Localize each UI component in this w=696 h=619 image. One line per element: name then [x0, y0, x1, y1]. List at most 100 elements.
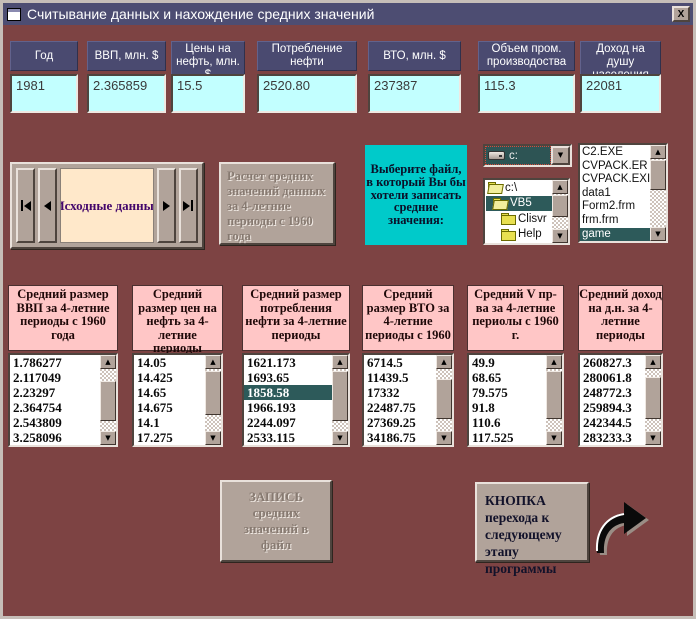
avg-listbox-scrollbar-thumb[interactable] — [436, 379, 452, 419]
calc-averages-button[interactable]: Расчет средних значений данных за 4-летн… — [219, 162, 335, 245]
list-item[interactable]: 14.425 — [134, 370, 205, 385]
avg-listbox[interactable]: 260827.3280061.8248772.3259894.3242344.5… — [578, 353, 663, 447]
avg-listbox-scrollbar-down-button[interactable]: ▼ — [546, 431, 562, 445]
file-item[interactable]: data1 — [580, 187, 650, 201]
avg-listbox-scrollbar-down-button[interactable]: ▼ — [645, 431, 661, 445]
list-item[interactable]: 17.275 — [134, 430, 205, 445]
field-value-input[interactable]: 15.5 — [171, 74, 245, 113]
avg-listbox-scrollbar[interactable]: ▲▼ — [436, 355, 452, 445]
list-item[interactable]: 22487.75 — [364, 400, 436, 415]
field-value-input[interactable]: 237387 — [368, 74, 461, 113]
file-list-scrollbar[interactable]: ▲▼ — [650, 145, 666, 241]
list-item[interactable]: 14.1 — [134, 415, 205, 430]
avg-listbox[interactable]: 1621.1731693.651858.581966.1932244.09725… — [242, 353, 350, 447]
avg-listbox-scrollbar-track[interactable] — [100, 369, 116, 431]
avg-listbox-scrollbar-down-button[interactable]: ▼ — [100, 431, 116, 445]
avg-listbox[interactable]: 1.7862772.1170492.232972.3647542.5438093… — [8, 353, 118, 447]
file-list-scrollbar-up-button[interactable]: ▲ — [650, 145, 666, 159]
avg-listbox-scrollbar[interactable]: ▲▼ — [100, 355, 116, 445]
list-item[interactable]: 2.117049 — [10, 370, 100, 385]
list-item[interactable]: 280061.8 — [580, 370, 645, 385]
avg-listbox-scrollbar-track[interactable] — [546, 369, 562, 431]
list-item[interactable]: 1693.65 — [244, 370, 332, 385]
first-record-button[interactable] — [16, 168, 35, 243]
avg-listbox-scrollbar-up-button[interactable]: ▲ — [100, 355, 116, 369]
avg-listbox-scrollbar-thumb[interactable] — [546, 371, 562, 419]
directory-list-scrollbar[interactable]: ▲▼ — [552, 180, 568, 243]
avg-listbox-scrollbar-up-button[interactable]: ▲ — [546, 355, 562, 369]
avg-listbox-scrollbar-down-button[interactable]: ▼ — [332, 431, 348, 445]
list-item[interactable]: 14.65 — [134, 385, 205, 400]
previous-record-button[interactable] — [38, 168, 57, 243]
list-item[interactable]: 11439.5 — [364, 370, 436, 385]
avg-listbox-scrollbar-track[interactable] — [205, 369, 221, 431]
file-item[interactable]: Form2.frm — [580, 200, 650, 214]
drive-combo[interactable]: c: ▼ — [483, 144, 572, 167]
drive-combo-field[interactable]: c: — [485, 146, 551, 165]
directory-list-scrollbar-track[interactable] — [552, 194, 568, 229]
file-list-scrollbar-track[interactable] — [650, 159, 666, 227]
list-item[interactable]: 2533.115 — [244, 430, 332, 445]
list-item[interactable]: 2.364754 — [10, 400, 100, 415]
avg-listbox-scrollbar-down-button[interactable]: ▼ — [205, 431, 221, 445]
avg-listbox-scrollbar-up-button[interactable]: ▲ — [645, 355, 661, 369]
list-item[interactable]: 248772.3 — [580, 385, 645, 400]
avg-listbox-scrollbar-track[interactable] — [436, 369, 452, 431]
avg-listbox-scrollbar-thumb[interactable] — [100, 381, 116, 421]
file-list-scrollbar-down-button[interactable]: ▼ — [650, 227, 666, 241]
avg-listbox-scrollbar-track[interactable] — [332, 369, 348, 431]
next-record-button[interactable] — [157, 168, 176, 243]
avg-listbox-scrollbar[interactable]: ▲▼ — [332, 355, 348, 445]
list-item[interactable]: 3.258096 — [10, 430, 100, 445]
list-item[interactable]: 2.543809 — [10, 415, 100, 430]
avg-listbox-scrollbar[interactable]: ▲▼ — [645, 355, 661, 445]
list-item[interactable]: 260827.3 — [580, 355, 645, 370]
directory-list-scrollbar-down-button[interactable]: ▼ — [552, 229, 568, 243]
list-item[interactable]: 1858.58 — [244, 385, 332, 400]
list-item[interactable]: 14.675 — [134, 400, 205, 415]
file-item[interactable]: CVPACK.ER — [580, 160, 650, 174]
file-list[interactable]: C2.EXECVPACK.ERCVPACK.EXIdata1Form2.frmf… — [578, 143, 668, 243]
close-button[interactable]: X — [672, 6, 690, 22]
write-averages-button[interactable]: ЗАПИСЬ средних значений в файл — [220, 480, 332, 562]
list-item[interactable]: 91.8 — [469, 400, 546, 415]
avg-listbox-scrollbar-up-button[interactable]: ▲ — [332, 355, 348, 369]
avg-listbox-scrollbar[interactable]: ▲▼ — [546, 355, 562, 445]
list-item[interactable]: 34186.75 — [364, 430, 436, 445]
field-value-input[interactable]: 22081 — [580, 74, 661, 113]
avg-listbox-scrollbar[interactable]: ▲▼ — [205, 355, 221, 445]
directory-item[interactable]: c:\ — [486, 180, 552, 196]
avg-listbox-scrollbar-up-button[interactable]: ▲ — [436, 355, 452, 369]
list-item[interactable]: 1.786277 — [10, 355, 100, 370]
avg-listbox[interactable]: 6714.511439.51733222487.7527369.2534186.… — [362, 353, 454, 447]
list-item[interactable]: 283233.3 — [580, 430, 645, 445]
directory-item[interactable]: Help — [486, 227, 552, 243]
list-item[interactable]: 17332 — [364, 385, 436, 400]
directory-list-scrollbar-thumb[interactable] — [552, 195, 568, 217]
directory-list[interactable]: c:\VB5ClisvrHelp ▲▼ — [483, 178, 570, 245]
list-item[interactable]: 68.65 — [469, 370, 546, 385]
avg-listbox-scrollbar-thumb[interactable] — [205, 371, 221, 415]
list-item[interactable]: 242344.5 — [580, 415, 645, 430]
file-item[interactable]: game — [580, 228, 650, 241]
avg-listbox[interactable]: 49.968.6579.57591.8110.6117.525▲▼ — [467, 353, 564, 447]
file-item[interactable]: C2.EXE — [580, 146, 650, 160]
list-item[interactable]: 1966.193 — [244, 400, 332, 415]
field-value-input[interactable]: 115.3 — [478, 74, 575, 113]
directory-item[interactable]: VB5 — [486, 196, 552, 212]
directory-list-scrollbar-up-button[interactable]: ▲ — [552, 180, 568, 194]
list-item[interactable]: 259894.3 — [580, 400, 645, 415]
file-list-scrollbar-thumb[interactable] — [650, 160, 666, 190]
list-item[interactable]: 27369.25 — [364, 415, 436, 430]
avg-listbox[interactable]: 14.0514.42514.6514.67514.117.275▲▼ — [132, 353, 223, 447]
list-item[interactable]: 117.525 — [469, 430, 546, 445]
list-item[interactable]: 2244.097 — [244, 415, 332, 430]
avg-listbox-scrollbar-up-button[interactable]: ▲ — [205, 355, 221, 369]
directory-item[interactable]: Clisvr — [486, 211, 552, 227]
list-item[interactable]: 79.575 — [469, 385, 546, 400]
file-item[interactable]: frm.frm — [580, 214, 650, 228]
list-item[interactable]: 2.23297 — [10, 385, 100, 400]
list-item[interactable]: 110.6 — [469, 415, 546, 430]
field-value-input[interactable]: 2520.80 — [257, 74, 357, 113]
next-arrow-icon[interactable] — [588, 493, 650, 555]
